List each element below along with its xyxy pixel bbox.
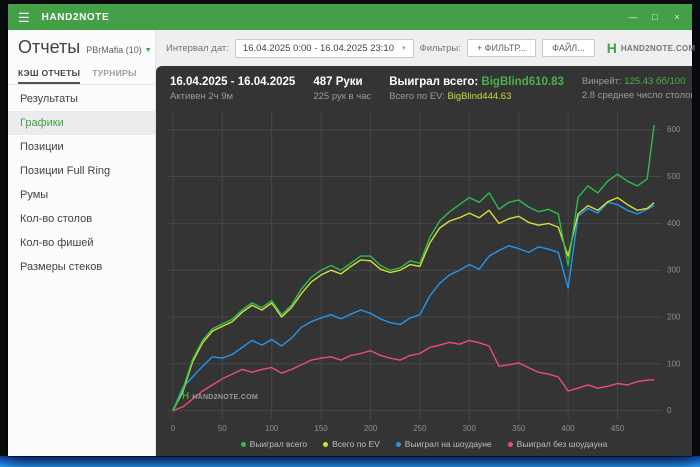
svg-text:300: 300 xyxy=(463,424,477,433)
svg-text:400: 400 xyxy=(667,219,681,228)
legend-item[interactable]: Всего по EV xyxy=(323,439,380,449)
logo-h-icon: H xyxy=(606,40,617,56)
minimize-button[interactable]: — xyxy=(622,12,644,22)
sidebar-item[interactable]: Румы xyxy=(8,183,155,207)
window-controls: — □ × xyxy=(622,12,688,22)
stat-winrate: Винрейт: 125.43 бб/100 xyxy=(582,76,692,87)
stat-active-time: Активен 2ч 9м xyxy=(170,91,234,102)
svg-text:250: 250 xyxy=(413,424,427,433)
won-value: BigBlind610.83 xyxy=(481,76,564,88)
legend-dot-icon xyxy=(507,441,513,447)
taskbar xyxy=(0,456,700,467)
page-title: Отчеты xyxy=(18,37,81,57)
add-filter-button[interactable]: + ФИЛЬТР... xyxy=(466,39,537,57)
toolbar: Интервал дат: 16.04.2025 0:00 - 16.04.20… xyxy=(156,30,695,66)
legend-item[interactable]: Выиграл всего xyxy=(240,439,308,449)
close-button[interactable]: × xyxy=(666,12,688,22)
svg-text:0: 0 xyxy=(171,424,176,433)
chevron-down-icon: ▼ xyxy=(144,46,152,54)
stat-ev-total: Всего по EV: BigBlind444.63 xyxy=(389,91,564,102)
content-area: Интервал дат: 16.04.2025 0:00 - 16.04.20… xyxy=(156,30,695,456)
maximize-button[interactable]: □ xyxy=(644,12,666,22)
hand2note-logo: H HAND2NOTE.COM xyxy=(607,41,696,55)
svg-text:200: 200 xyxy=(364,424,378,433)
svg-text:400: 400 xyxy=(561,424,575,433)
legend-label: Выиграл на шоудауне xyxy=(404,439,492,449)
sidebar-tab[interactable]: ТУРНИРЫ xyxy=(92,63,137,84)
sidebar-tab[interactable]: КЭШ ОТЧЕТЫ xyxy=(18,63,81,84)
chart-panel: 16.04.2025 - 16.04.2025 Активен 2ч 9м 48… xyxy=(156,66,692,456)
chart-watermark: H HAND2NOTE.COM xyxy=(182,392,258,402)
stat-date-range: 16.04.2025 - 16.04.2025 xyxy=(170,76,296,88)
chart-legend: Выиграл всего Всего по EV Выиграл на шоуда… xyxy=(156,436,692,456)
ev-value: BigBlind444.63 xyxy=(447,91,512,102)
legend-dot-icon xyxy=(240,441,246,447)
file-button[interactable]: ФАЙЛ... xyxy=(542,39,595,57)
report-menu: Результаты Графики Позиции Позиции Full Rin… xyxy=(8,85,155,279)
sidebar-item[interactable]: Позиции xyxy=(8,135,155,159)
svg-text:0: 0 xyxy=(667,406,672,415)
svg-text:50: 50 xyxy=(218,424,227,433)
profile-name: PBrMafia (10) xyxy=(86,45,142,55)
winrate-label: Винрейт: xyxy=(581,76,622,87)
legend-label: Выиграл всего xyxy=(249,439,308,449)
sidebar-item[interactable]: Графики xyxy=(8,111,155,135)
stat-col-winnings: Выиграл всего: BigBlind610.83 Всего по E… xyxy=(389,76,564,102)
filters-label: Фильтры: xyxy=(419,42,461,54)
legend-dot-icon xyxy=(395,441,401,447)
date-range-select[interactable]: 16.04.2025 0:00 - 16.04.2025 23:10 ▾ xyxy=(234,38,414,58)
window-title: HAND2NOTE xyxy=(41,11,110,23)
legend-item[interactable]: Выиграл на шоудауне xyxy=(395,439,492,449)
sidebar: Отчеты PBrMafia (10) ▼ КЭШ ОТЧЕТЫ ТУРНИРЫ… xyxy=(8,30,156,456)
winrate-value: 125.43 бб/100 xyxy=(624,76,686,87)
svg-text:500: 500 xyxy=(667,172,681,181)
date-interval-label: Интервал дат: xyxy=(166,42,229,54)
svg-text:150: 150 xyxy=(314,424,328,433)
titlebar: ☰ HAND2NOTE — □ × xyxy=(8,4,692,30)
watermark-text: HAND2NOTE.COM xyxy=(192,393,258,401)
svg-text:100: 100 xyxy=(667,359,681,368)
stat-col-hands: 487 Руки 225 рук в час xyxy=(313,76,371,102)
winnings-chart[interactable]: 0 100 200 300 400 500 600 0 50 100 150 200 250 300 350… xyxy=(156,105,692,436)
logo-h-icon: H xyxy=(182,391,190,402)
chart-body: 0 100 200 300 400 500 600 0 50 100 150 200 250 300 350… xyxy=(156,105,692,436)
date-range-value: 16.04.2025 0:00 - 16.04.2025 23:10 xyxy=(242,42,394,54)
sidebar-item[interactable]: Позиции Full Ring xyxy=(8,159,155,183)
svg-text:300: 300 xyxy=(667,266,681,275)
menu-icon[interactable]: ☰ xyxy=(18,11,30,24)
chart-header: 16.04.2025 - 16.04.2025 Активен 2ч 9м 48… xyxy=(156,66,692,105)
sidebar-item[interactable]: Результаты xyxy=(8,87,155,111)
chevron-down-icon: ▾ xyxy=(401,45,406,52)
legend-dot-icon xyxy=(323,441,329,447)
stat-hands: 487 Руки xyxy=(313,76,363,88)
sidebar-item[interactable]: Кол-во фишей xyxy=(8,231,155,255)
svg-text:600: 600 xyxy=(667,125,681,134)
sidebar-item[interactable]: Размеры стеков xyxy=(8,255,155,279)
svg-text:450: 450 xyxy=(611,424,625,433)
sidebar-header: Отчеты PBrMafia (10) ▼ xyxy=(8,30,155,63)
stat-col-winrate: Винрейт: 125.43 бб/100 2.8 среднее число… xyxy=(582,76,692,101)
won-label: Выиграл всего: xyxy=(389,76,479,88)
main-area: Отчеты PBrMafia (10) ▼ КЭШ ОТЧЕТЫ ТУРНИРЫ… xyxy=(8,30,695,456)
app-window: ☰ HAND2NOTE — □ × Отчеты PBrMafia (10) ▼… xyxy=(8,4,695,456)
report-tabs: КЭШ ОТЧЕТЫ ТУРНИРЫ xyxy=(8,63,155,85)
profile-selector[interactable]: PBrMafia (10) ▼ xyxy=(86,45,151,55)
stat-hands-per-hour: 225 рук в час xyxy=(313,91,372,102)
stat-avg-tables: 2.8 среднее число столов xyxy=(581,90,692,101)
stat-col-dates: 16.04.2025 - 16.04.2025 Активен 2ч 9м xyxy=(170,76,295,102)
legend-label: Выиграл без шоудауна xyxy=(516,439,608,449)
svg-text:350: 350 xyxy=(512,424,526,433)
sidebar-item[interactable]: Кол-во столов xyxy=(8,207,155,231)
svg-text:200: 200 xyxy=(667,313,681,322)
legend-item[interactable]: Выиграл без шоудауна xyxy=(507,439,608,449)
svg-text:100: 100 xyxy=(265,424,279,433)
logo-text: HAND2NOTE.COM xyxy=(620,43,696,53)
legend-label: Всего по EV xyxy=(332,439,380,449)
ev-label: Всего по EV: xyxy=(389,91,445,102)
stat-won-total: Выиграл всего: BigBlind610.83 xyxy=(389,76,564,88)
